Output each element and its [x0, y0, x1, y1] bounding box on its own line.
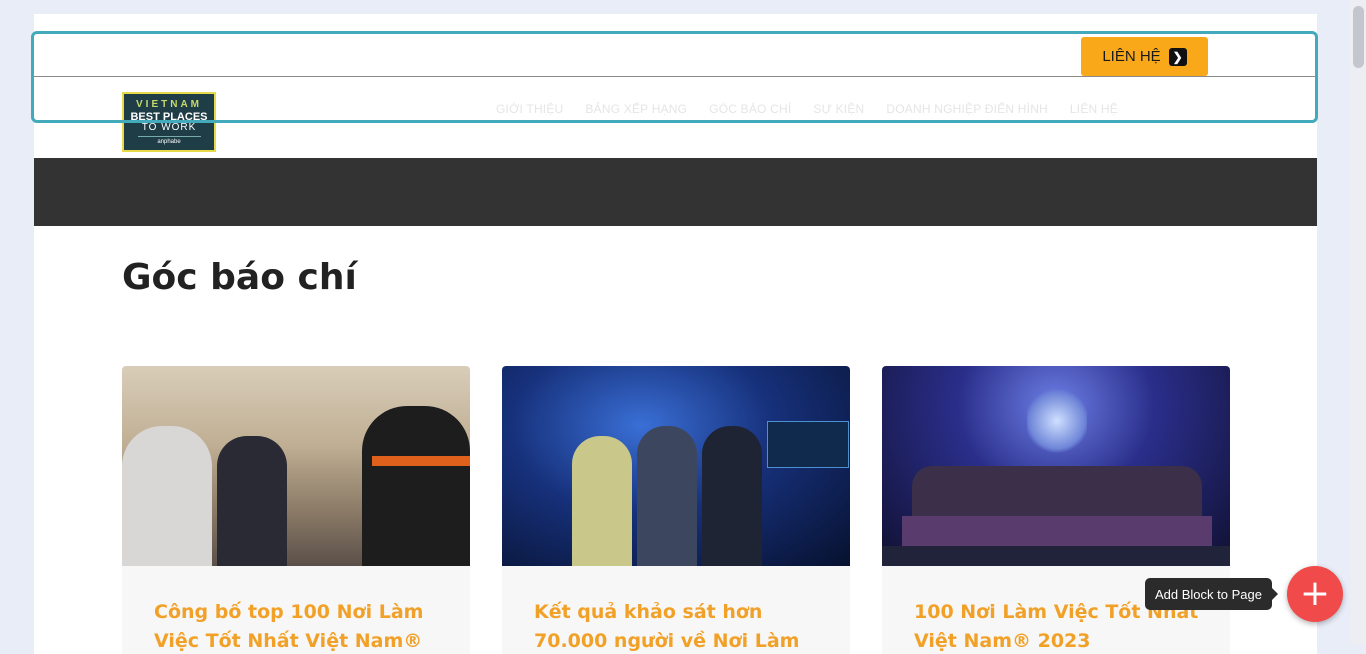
page-container: LIÊN HỆ ❯ VIETNAM BEST PLACES TO WORK an…: [34, 14, 1317, 654]
nav-item-contact[interactable]: LIÊN HỆ: [1070, 102, 1118, 116]
article-card[interactable]: Công bố top 100 Nơi Làm Việc Tốt Nhất Vi…: [122, 366, 470, 654]
contact-button[interactable]: LIÊN HỆ ❯: [1081, 37, 1208, 76]
article-title[interactable]: Công bố top 100 Nơi Làm Việc Tốt Nhất Vi…: [154, 598, 444, 654]
article-card[interactable]: Kết quả khảo sát hơn 70.000 người về Nơi…: [502, 366, 850, 654]
scrollbar-thumb[interactable]: [1353, 6, 1364, 68]
nav-item-press[interactable]: GÓC BÁO CHÍ: [709, 102, 791, 116]
article-card[interactable]: 100 Nơi Làm Việc Tốt Nhất Việt Nam® 2023: [882, 366, 1230, 654]
nav-item-featured[interactable]: DOANH NGHIỆP ĐIỂN HÌNH: [886, 102, 1048, 116]
nav-item-about[interactable]: GIỚI THIỆU: [496, 102, 563, 116]
scrollbar[interactable]: [1350, 0, 1366, 645]
article-image[interactable]: [502, 366, 850, 566]
article-image[interactable]: [882, 366, 1230, 566]
article-title[interactable]: Kết quả khảo sát hơn 70.000 người về Nơi…: [534, 598, 824, 654]
plus-icon: +: [1299, 573, 1331, 614]
nav-item-rankings[interactable]: BẢNG XẾP HẠNG: [585, 102, 687, 116]
logo-line: VIETNAM: [136, 98, 202, 110]
top-bar: LIÊN HỆ ❯: [34, 14, 1317, 76]
divider: [34, 76, 1317, 77]
logo-line: TO WORK: [141, 121, 197, 133]
site-logo[interactable]: VIETNAM BEST PLACES TO WORK anphabe: [122, 92, 216, 152]
hero-band: [34, 158, 1317, 226]
main-nav: GIỚI THIỆU BẢNG XẾP HẠNG GÓC BÁO CHÍ SỰ …: [496, 102, 1118, 116]
article-image[interactable]: [122, 366, 470, 566]
nav-item-events[interactable]: SỰ KIỆN: [813, 102, 864, 116]
page-title: Góc báo chí: [122, 257, 357, 298]
add-block-button[interactable]: +: [1287, 566, 1343, 622]
logo-line: BEST PLACES: [130, 110, 208, 123]
contact-button-label: LIÊN HỆ: [1102, 48, 1161, 65]
logo-line: anphabe: [137, 135, 201, 145]
chevron-right-icon: ❯: [1168, 47, 1187, 66]
add-block-tooltip: Add Block to Page: [1145, 578, 1278, 610]
